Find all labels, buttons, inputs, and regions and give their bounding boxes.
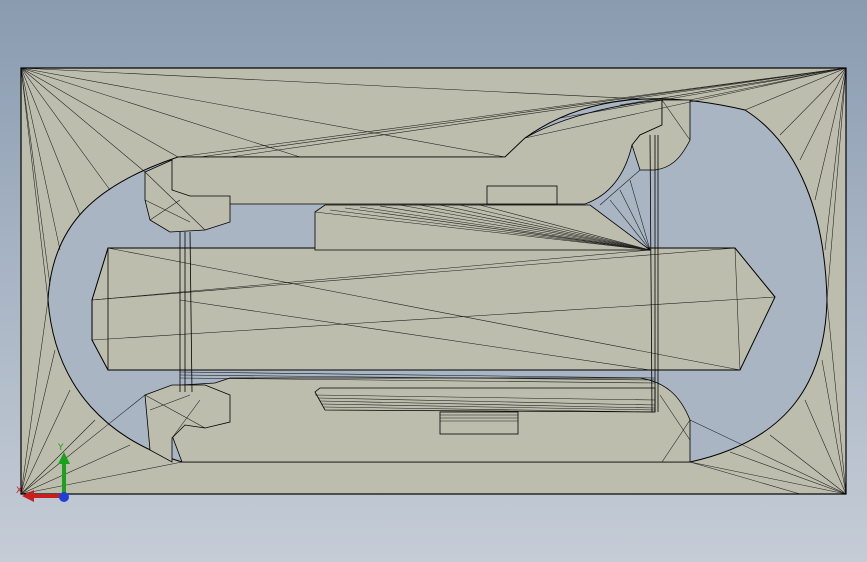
triad-z-axis	[59, 492, 69, 502]
top-nub	[486, 185, 558, 205]
bottom-nub	[439, 411, 519, 435]
lower-boss	[314, 387, 656, 413]
part-drawing	[20, 67, 847, 502]
cad-viewport[interactable]: Y X	[0, 0, 867, 562]
triad-y-label: Y	[58, 443, 64, 453]
shaft	[91, 247, 776, 371]
triad-x-label: X	[16, 486, 23, 496]
